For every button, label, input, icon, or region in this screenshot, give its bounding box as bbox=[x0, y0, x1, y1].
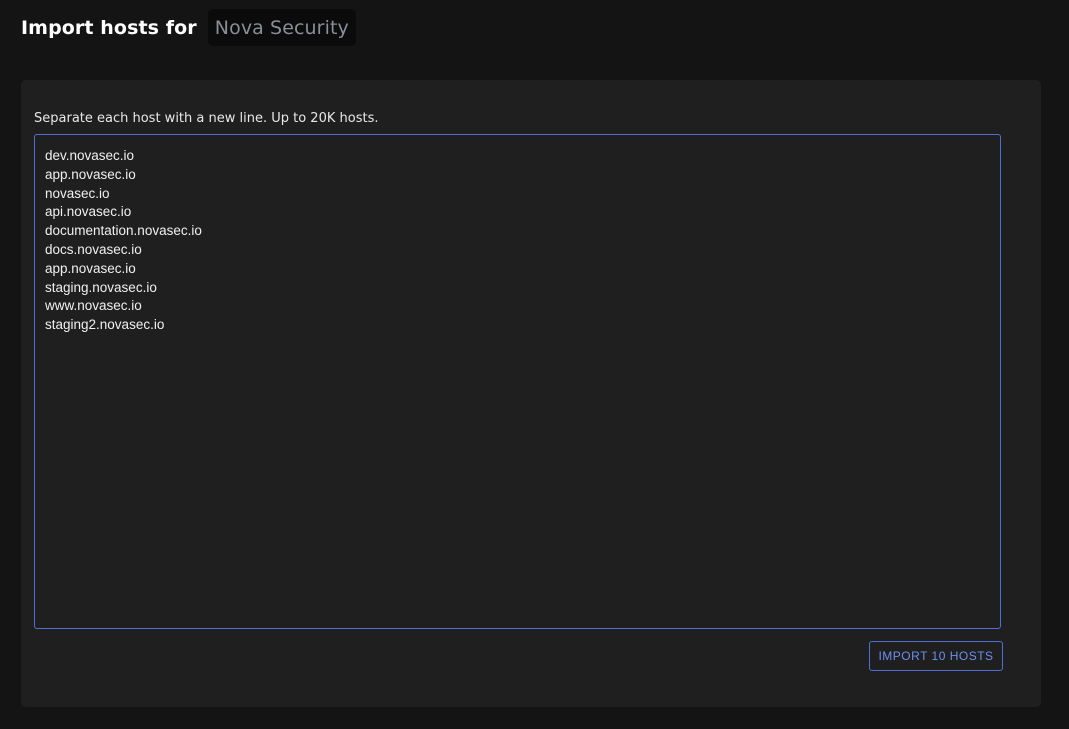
hosts-list: dev.novasec.io app.novasec.io novasec.io… bbox=[45, 147, 990, 335]
page-title: Import hosts for bbox=[21, 16, 197, 39]
host-line: documentation.novasec.io bbox=[45, 223, 202, 239]
host-line: app.novasec.io bbox=[45, 166, 136, 182]
import-panel: Separate each host with a new line. Up t… bbox=[21, 80, 1041, 707]
instructions-text: Separate each host with a new line. Up t… bbox=[34, 111, 379, 126]
page-header: Import hosts for Nova Security bbox=[21, 9, 356, 46]
host-line: docs.novasec.io bbox=[45, 241, 142, 257]
host-line: www.novasec.io bbox=[45, 298, 142, 314]
host-line: api.novasec.io bbox=[45, 204, 132, 220]
host-line: dev.novasec.io bbox=[45, 148, 135, 163]
host-line: staging2.novasec.io bbox=[45, 317, 165, 333]
host-line: staging.novasec.io bbox=[45, 279, 157, 295]
hosts-textarea[interactable]: dev.novasec.io app.novasec.io novasec.io… bbox=[34, 134, 1001, 629]
import-hosts-button[interactable]: IMPORT 10 HOSTS bbox=[869, 641, 1003, 671]
organization-chip[interactable]: Nova Security bbox=[207, 9, 356, 46]
host-line: app.novasec.io bbox=[45, 260, 136, 276]
host-line: novasec.io bbox=[45, 185, 110, 201]
